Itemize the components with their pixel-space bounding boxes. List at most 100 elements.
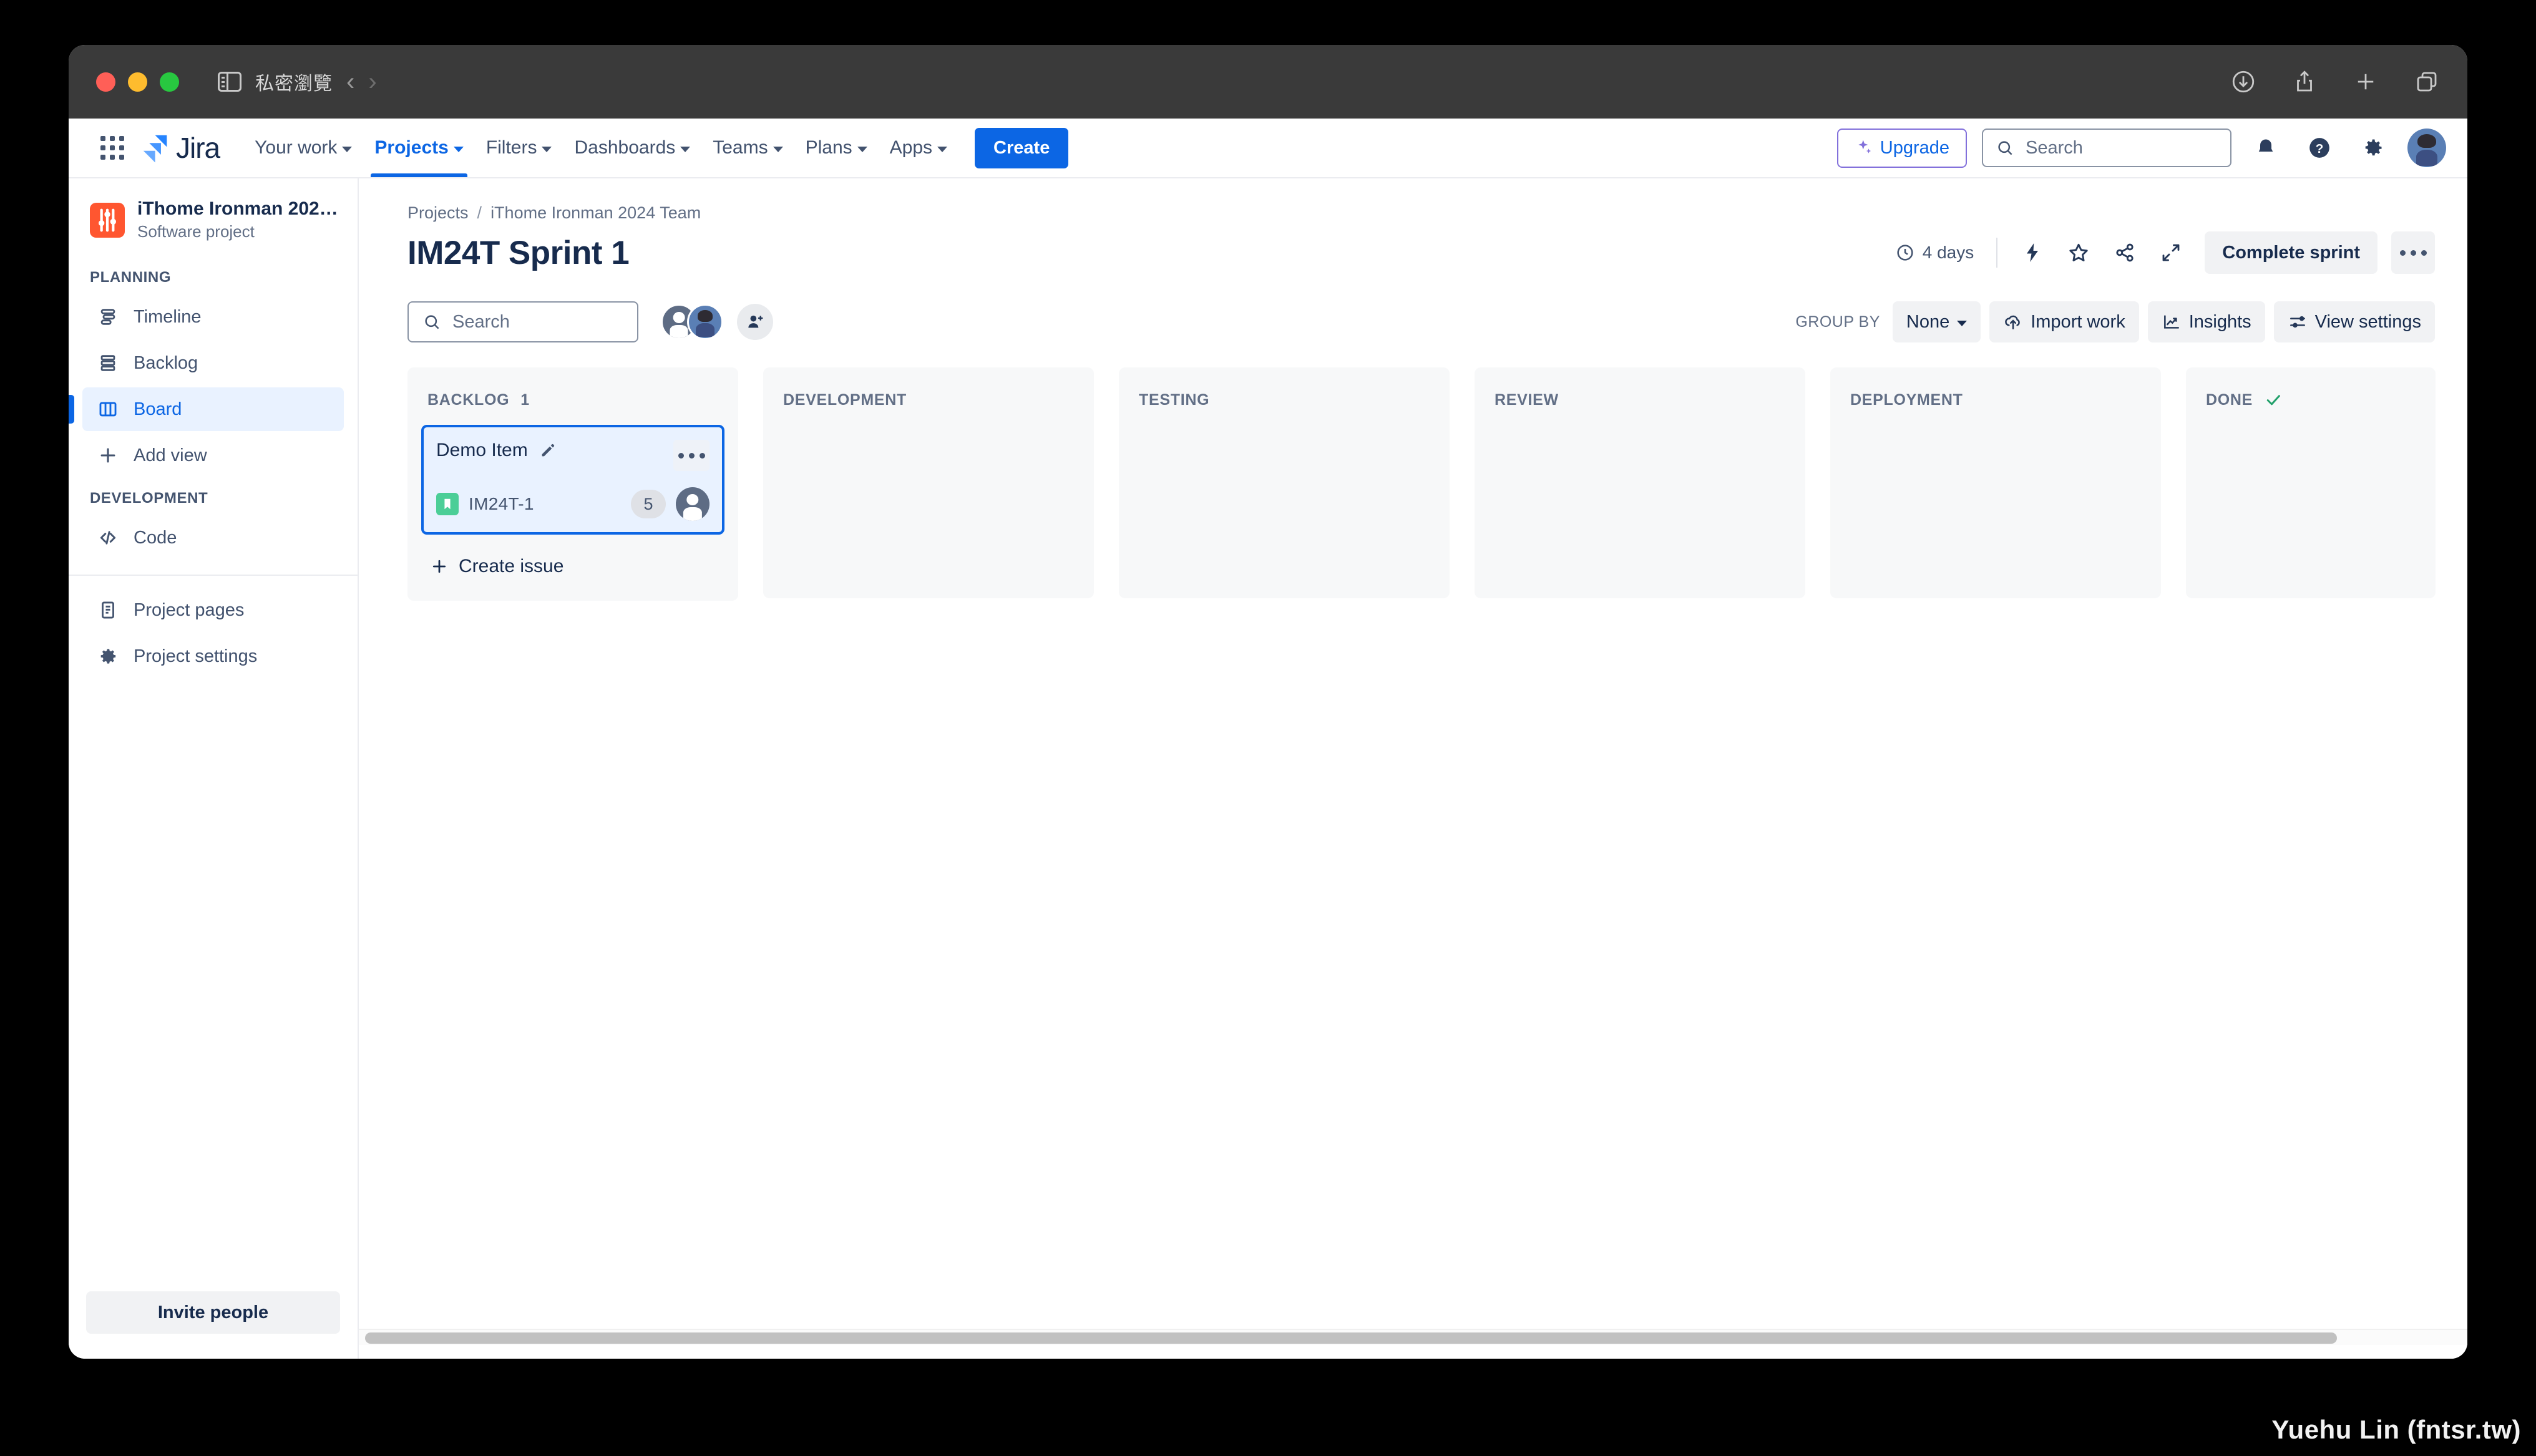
- create-issue-button[interactable]: Create issue: [421, 548, 572, 585]
- add-person-icon[interactable]: [737, 304, 773, 340]
- insights-chart-icon: [2163, 315, 2179, 329]
- minimize-window-button[interactable]: [128, 72, 147, 92]
- help-question-icon[interactable]: ?: [2300, 129, 2339, 167]
- more-horizontal-icon[interactable]: [2391, 231, 2435, 274]
- group-by-select[interactable]: None: [1892, 301, 1981, 342]
- create-issue-label: Create issue: [459, 556, 564, 576]
- nav-plans[interactable]: Plans: [794, 119, 879, 177]
- sidebar-item-project-pages[interactable]: Project pages: [82, 588, 344, 632]
- breadcrumb-project[interactable]: iThome Ironman 2024 Team: [490, 203, 701, 223]
- page-document-icon: [96, 598, 120, 622]
- insights-button[interactable]: Insights: [2147, 301, 2265, 342]
- downloads-icon[interactable]: [2230, 69, 2256, 95]
- search-icon: [1998, 141, 2012, 155]
- board-columns: BACKLOG 1 Demo Item IM24T-1 5 Create iss…: [407, 367, 2467, 601]
- maximize-window-button[interactable]: [160, 72, 179, 92]
- gear-icon[interactable]: [2354, 129, 2392, 167]
- story-bookmark-icon: [436, 493, 459, 515]
- column-title: TESTING: [1139, 391, 1210, 409]
- breadcrumb: Projects / iThome Ironman 2024 Team: [407, 203, 2435, 223]
- chevron-right-icon[interactable]: ›: [368, 69, 376, 94]
- project-header[interactable]: iThome Ironman 2024 ... Software project: [69, 178, 358, 258]
- sidebar-item-add-view[interactable]: Add view: [82, 434, 344, 477]
- search-placeholder: Search: [452, 311, 510, 332]
- app-switcher-icon[interactable]: [94, 129, 131, 167]
- sidebar-item-board[interactable]: Board: [69, 387, 344, 431]
- nav-label: Projects: [374, 137, 449, 158]
- fullscreen-icon[interactable]: [2151, 233, 2191, 273]
- sidebar-item-project-settings[interactable]: Project settings: [82, 634, 344, 678]
- complete-sprint-button[interactable]: Complete sprint: [2205, 231, 2378, 274]
- close-window-button[interactable]: [96, 72, 115, 92]
- page-title: IM24T Sprint 1: [407, 234, 630, 271]
- assignee-avatar-user[interactable]: [687, 304, 723, 340]
- window-traffic-lights[interactable]: [96, 72, 179, 92]
- board-scroll-area[interactable]: BACKLOG 1 Demo Item IM24T-1 5 Create iss…: [359, 367, 2467, 1359]
- timeline-icon: [96, 305, 120, 329]
- upgrade-button[interactable]: Upgrade: [1836, 128, 1967, 168]
- board-column-done[interactable]: DONE: [2186, 367, 2436, 598]
- nav-projects[interactable]: Projects: [363, 119, 474, 177]
- sidebar-item-backlog[interactable]: Backlog: [82, 341, 344, 385]
- search-input[interactable]: Search: [407, 301, 638, 342]
- sidebar-section-development: DEVELOPMENT: [90, 490, 208, 507]
- share-icon[interactable]: [2105, 233, 2145, 273]
- chevron-down-icon: [937, 146, 948, 152]
- days-remaining-label: 4 days: [1922, 243, 1974, 262]
- nav-apps[interactable]: Apps: [879, 119, 958, 177]
- invite-people-button[interactable]: Invite people: [86, 1291, 340, 1334]
- board-avatar-group: [661, 304, 773, 340]
- issue-card[interactable]: Demo Item IM24T-1 5: [421, 425, 724, 535]
- nav-your-work[interactable]: Your work: [243, 119, 363, 177]
- share-icon[interactable]: [2291, 69, 2318, 95]
- board-column-testing[interactable]: TESTING: [1119, 367, 1450, 598]
- chevron-down-icon: [342, 146, 353, 152]
- board-columns-icon: [96, 397, 120, 421]
- chevron-left-icon[interactable]: ‹: [346, 69, 354, 94]
- sidebar-item-timeline[interactable]: Timeline: [82, 295, 344, 339]
- import-work-button[interactable]: Import work: [1989, 301, 2139, 342]
- scrollbar-thumb[interactable]: [365, 1332, 2337, 1344]
- project-type: Software project: [137, 222, 255, 241]
- group-by-value: None: [1906, 311, 1950, 332]
- board-column-deployment[interactable]: DEPLOYMENT: [1830, 367, 2161, 598]
- private-browsing-label: 私密瀏覽: [255, 73, 333, 95]
- new-tab-icon[interactable]: [2353, 69, 2379, 95]
- global-search-placeholder: Search: [2026, 137, 2083, 158]
- global-search-input[interactable]: Search: [1982, 129, 2231, 167]
- plus-icon: [432, 560, 446, 573]
- nav-label: Plans: [805, 137, 852, 158]
- sidebar-toggle-icon[interactable]: [218, 72, 241, 92]
- sprint-days-remaining: 4 days: [1895, 243, 1991, 263]
- sidebar-item-label: Project settings: [134, 646, 258, 666]
- view-settings-label: View settings: [2314, 311, 2421, 332]
- project-name: iThome Ironman 2024 ...: [137, 198, 341, 219]
- horizontal-scrollbar[interactable]: [359, 1329, 2467, 1345]
- sidebar-divider: [69, 575, 358, 576]
- backlog-icon: [96, 351, 120, 375]
- jira-logo[interactable]: Jira: [139, 131, 220, 165]
- assignee-avatar-default[interactable]: [676, 487, 710, 521]
- view-settings-button[interactable]: View settings: [2273, 301, 2435, 342]
- board-column-review[interactable]: REVIEW: [1475, 367, 1805, 598]
- notifications-bell-icon[interactable]: [2246, 129, 2285, 167]
- nav-dashboards[interactable]: Dashboards: [563, 119, 701, 177]
- board-column-development[interactable]: DEVELOPMENT: [763, 367, 1094, 598]
- tab-overview-icon[interactable]: [2414, 69, 2440, 95]
- user-avatar[interactable]: [2407, 129, 2446, 167]
- create-button[interactable]: Create: [975, 127, 1069, 168]
- nav-teams[interactable]: Teams: [701, 119, 794, 177]
- sidebar-item-label: Project pages: [134, 599, 245, 620]
- star-icon[interactable]: [2059, 233, 2099, 273]
- nav-filters[interactable]: Filters: [475, 119, 563, 177]
- board-column-backlog[interactable]: BACKLOG 1 Demo Item IM24T-1 5 Create iss…: [407, 367, 738, 601]
- automation-icon[interactable]: [2012, 233, 2052, 273]
- toolbar-divider: [1996, 238, 1998, 268]
- upgrade-label: Upgrade: [1880, 137, 1949, 158]
- column-title: REVIEW: [1495, 391, 1559, 409]
- jira-mark-icon: [143, 135, 167, 163]
- more-horizontal-icon[interactable]: [673, 440, 710, 471]
- sidebar-item-code[interactable]: Code: [82, 516, 344, 560]
- issue-key[interactable]: IM24T-1: [469, 494, 534, 514]
- breadcrumb-projects[interactable]: Projects: [407, 203, 469, 223]
